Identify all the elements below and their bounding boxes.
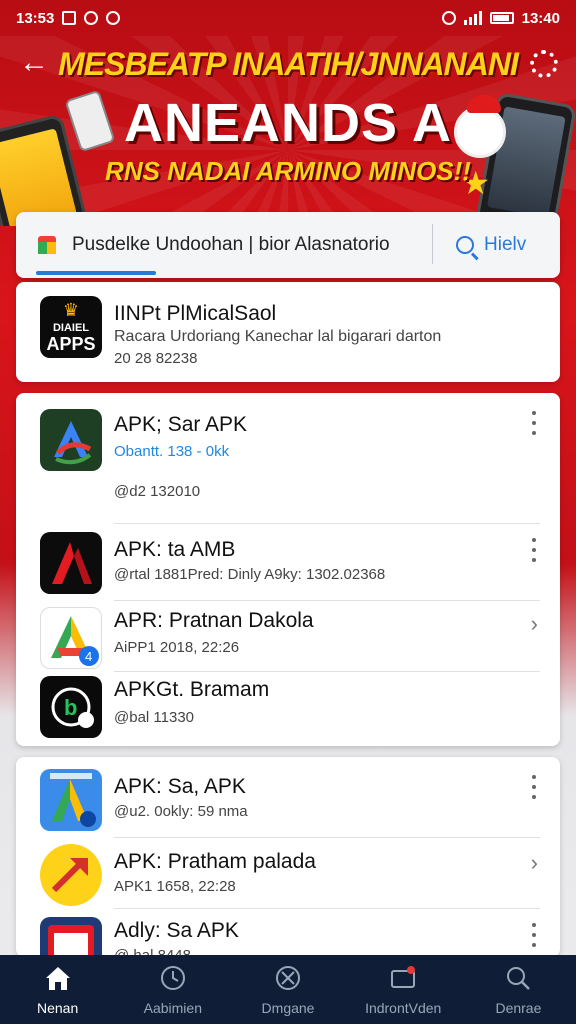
app-meta: Obantt. 138 - 0kk (114, 443, 230, 460)
app-title: APK; Sar APK (114, 413, 248, 436)
apk-blue-a-icon (40, 769, 102, 831)
search-input[interactable]: Pusdelke Undoohan | bior Alasnatorio (72, 234, 444, 256)
search-icon (456, 236, 474, 254)
featured-date: 20 28 82238 (114, 350, 198, 367)
list-item[interactable]: APK: Pratham palada APK1 1658, 22:28 › (16, 838, 560, 908)
more-options-icon[interactable] (528, 411, 540, 435)
nav-search[interactable]: Denrae (461, 955, 576, 1024)
play-store-icon (38, 236, 56, 254)
apk-yellow-arrow-icon (40, 844, 102, 906)
notification-icon (106, 11, 121, 25)
search-icon (507, 967, 531, 990)
more-options-icon[interactable] (528, 538, 540, 562)
diaiel-apps-icon: ♛ DIAIEL APPS (40, 296, 102, 358)
list-item[interactable]: APK: Sa, APK @u2. 0okly: 59 nma (16, 757, 560, 837)
search-bar[interactable]: Pusdelke Undoohan | bior Alasnatorio Hie… (16, 212, 560, 278)
app-title: APKGt. Bramam (114, 678, 270, 701)
status-time: 13:53 (16, 9, 55, 27)
svg-text:4: 4 (85, 649, 92, 664)
app-title: APK: Pratham palada (114, 850, 316, 873)
nav-tools-label: Dmgane (261, 1000, 315, 1016)
nav-inbox-label: IndrontVden (365, 1000, 442, 1016)
search-divider (432, 224, 433, 264)
featured-subtitle: Racara Urdoriang Kanechar lal bigarari d… (114, 328, 442, 345)
app-list-card-1: APK; Sar APK Obantt. 138 - 0kk @d2 13201… (16, 393, 560, 746)
app-meta: AiPP1 2018, 22:26 (114, 639, 240, 656)
app-date: @d2 132010 (114, 483, 201, 500)
list-item[interactable]: APK: ta AMB @rtal 1881Pred: Dinly A9ky: … (16, 524, 560, 600)
home-icon (45, 967, 70, 990)
app-title: APK: Sa, APK (114, 775, 246, 798)
nav-history-label: Aabimien (143, 1000, 202, 1016)
nav-search-label: Denrae (495, 1000, 542, 1016)
active-tab-indicator (36, 271, 156, 275)
nav-tools[interactable]: Dmgane (230, 955, 345, 1024)
tools-icon (276, 966, 300, 990)
app-title: Adly: Sa APK (114, 919, 239, 942)
alarm-icon (441, 11, 456, 25)
inbox-icon (391, 966, 416, 988)
promo-banner: ★ ← MESBEATP INAATIH/JNNANANI ANEANDS A … (0, 36, 576, 226)
list-item[interactable]: b APKGt. Bramam @bal 11330 (16, 672, 560, 746)
app-title: APK: ta AMB (114, 538, 236, 561)
apk-black-b-icon: b (40, 676, 102, 738)
app-meta: @bal 11330 (114, 709, 195, 726)
more-options-icon[interactable] (528, 775, 540, 799)
svg-text:b: b (64, 695, 77, 720)
list-item[interactable]: 4 APR: Pratnan Dakola AiPP1 2018, 22:26 … (16, 601, 560, 671)
wifi-signal-icon (463, 11, 482, 25)
featured-card[interactable]: ♛ DIAIEL APPS IINPt PlMicalSaol Racara U… (16, 282, 560, 382)
gallery-icon (62, 11, 77, 25)
apk-red-a-icon (40, 532, 102, 594)
list-item[interactable]: APK; Sar APK Obantt. 138 - 0kk @d2 13201… (16, 393, 560, 523)
apk-red-card-icon (40, 917, 102, 957)
battery-icon (489, 12, 514, 24)
nav-home[interactable]: Nenan (0, 955, 115, 1024)
clock-icon (160, 966, 185, 990)
nav-home-label: Nenan (36, 1000, 79, 1016)
banner-headline: MESBEATP INAATIH/JNNANANI (58, 46, 519, 82)
nav-history[interactable]: Aabimien (115, 955, 230, 1024)
apk-green-a-icon (40, 409, 102, 471)
banner-subtitle: RNS NADAI ARMINO MINOS!! (105, 156, 471, 186)
search-button[interactable]: Hielv (456, 230, 526, 260)
chevron-right-icon[interactable]: › (531, 611, 538, 637)
bottom-navigation: Nenan Aabimien Dmgane IndrontVden Denrae (0, 955, 576, 1024)
nav-inbox[interactable]: IndrontVden (346, 955, 461, 1024)
apk-multicolor-a-icon: 4 (40, 607, 102, 669)
app-meta: APK1 1658, 22:28 (114, 878, 236, 895)
status-bar: 13:53 13:40 (0, 0, 576, 36)
sync-icon (84, 11, 99, 25)
app-title: APR: Pratnan Dakola (114, 609, 314, 632)
featured-row[interactable]: ♛ DIAIEL APPS IINPt PlMicalSaol Racara U… (16, 282, 560, 382)
list-item[interactable]: Adly: Sa APK @ hal 8448 (16, 909, 560, 957)
search-button-label: Hielv (484, 234, 527, 255)
chevron-right-icon[interactable]: › (531, 850, 538, 876)
app-meta: @u2. 0okly: 59 nma (114, 803, 248, 820)
banner-title: ANEANDS A (123, 93, 453, 153)
app-list-card-2: APK: Sa, APK @u2. 0okly: 59 nma APK: Pra… (16, 757, 560, 957)
app-meta: @rtal 1881Pred: Dinly A9ky: 1302.02368 (114, 566, 386, 583)
status-time-right: 13:40 (521, 9, 560, 27)
featured-title: IINPt PlMicalSaol (114, 302, 277, 325)
more-options-icon[interactable] (528, 923, 540, 947)
